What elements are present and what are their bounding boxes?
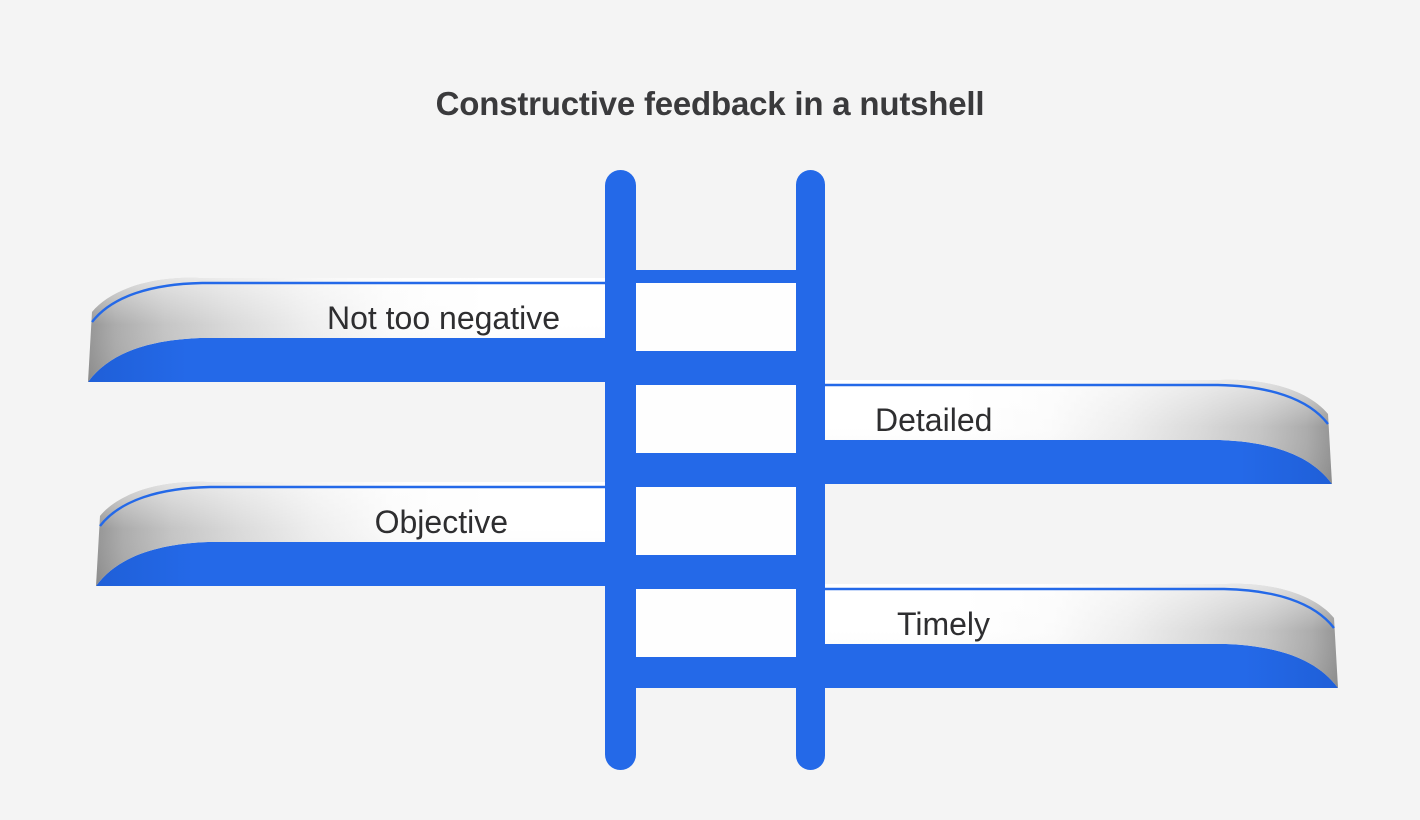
banner-label-objective: Objective [374,504,508,540]
banner-blue-band [88,338,640,382]
ladder-gap-4 [636,589,796,657]
banner-label-timely: Timely [897,606,991,642]
ladder-gap-3 [636,487,796,555]
banner-blue-band [820,440,1332,484]
ladder-gap-2 [636,385,796,453]
banner-label-detailed: Detailed [875,402,993,438]
ladder-icon [605,170,825,770]
banner-blue-band [820,644,1338,688]
ladder-gap-1 [636,283,796,351]
infographic-canvas: Constructive feedback in a nutshell Not … [0,0,1420,820]
banner-blue-band [96,542,640,586]
banner-label-not-too-negative: Not too negative [326,300,560,336]
